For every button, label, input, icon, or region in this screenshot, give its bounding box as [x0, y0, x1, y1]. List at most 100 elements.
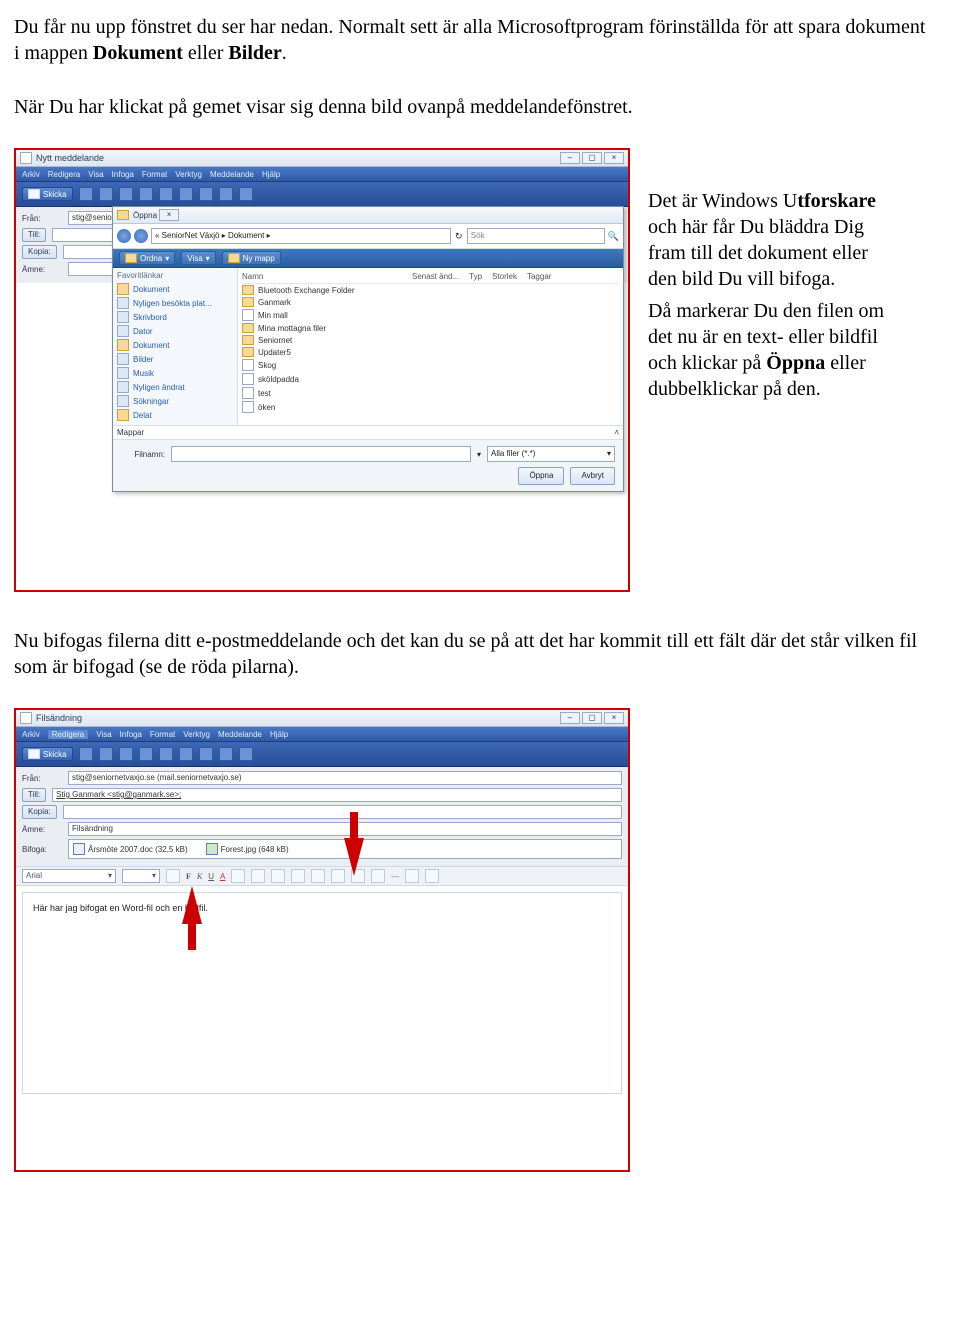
attachment-item[interactable]: Årsmöte 2007.doc (32,5 kB) [73, 843, 188, 855]
italic-icon[interactable]: K [197, 872, 202, 881]
favorite-link[interactable]: Nyligen besökta plat... [117, 296, 233, 310]
window-title-bar[interactable]: Filsändning – ▢ × [16, 710, 628, 727]
views-button[interactable]: Visa ▾ [181, 251, 215, 265]
file-item[interactable]: Min mall [242, 308, 619, 322]
favorite-link[interactable]: Sökningar [117, 394, 233, 408]
close-icon[interactable]: × [159, 209, 179, 221]
maximize-button[interactable]: ▢ [582, 152, 602, 164]
menu-item[interactable]: Hjälp [270, 730, 288, 739]
favorite-link[interactable]: Musik [117, 366, 233, 380]
col-tags[interactable]: Taggar [527, 272, 551, 281]
menu-item[interactable]: Arkiv [22, 730, 40, 739]
maximize-button[interactable]: ▢ [582, 712, 602, 724]
cancel-button[interactable]: Avbryt [570, 467, 615, 485]
col-type[interactable]: Typ [469, 272, 482, 281]
to-button[interactable]: Till: [22, 228, 46, 242]
attachment-item[interactable]: Forest.jpg (648 kB) [206, 843, 289, 855]
filetype-dropdown[interactable]: Alla filer (*.*) ▾ [487, 446, 615, 462]
toolbar-icon[interactable] [199, 747, 213, 761]
font-dropdown[interactable]: Arial ▾ [22, 869, 116, 883]
close-button[interactable]: × [604, 712, 624, 724]
toolbar-icon[interactable] [99, 187, 113, 201]
favorite-link[interactable]: Dator [117, 324, 233, 338]
forward-button[interactable] [134, 229, 148, 243]
search-icon[interactable]: 🔍 [608, 231, 619, 242]
insert-icon[interactable] [405, 869, 419, 883]
menu-item[interactable]: Redigera [48, 170, 80, 179]
new-folder-button[interactable]: Ny mapp [222, 251, 281, 265]
toolbar-icon[interactable] [239, 747, 253, 761]
file-item[interactable]: Mina mottagna filer [242, 322, 619, 334]
bold-icon[interactable]: F [186, 872, 191, 881]
menu-item[interactable]: Infoga [112, 170, 134, 179]
menu-item-active[interactable]: Redigera [48, 730, 88, 739]
dropdown-icon[interactable]: ▾ [477, 450, 481, 459]
toolbar-icon[interactable] [159, 187, 173, 201]
col-size[interactable]: Storlek [492, 272, 517, 281]
toolbar-icon[interactable] [199, 187, 213, 201]
col-date[interactable]: Senast änd... [412, 272, 459, 281]
font-size-dropdown[interactable]: ▾ [122, 869, 160, 883]
menu-item[interactable]: Verktyg [175, 170, 202, 179]
file-item[interactable]: Updater5 [242, 346, 619, 358]
outdent-icon[interactable] [291, 869, 305, 883]
toolbar-icon[interactable] [219, 187, 233, 201]
insert-icon[interactable] [425, 869, 439, 883]
toolbar-icon[interactable] [99, 747, 113, 761]
subject-field[interactable]: Filsändning [68, 822, 622, 836]
toolbar-icon[interactable] [179, 187, 193, 201]
menu-item[interactable]: Verktyg [183, 730, 210, 739]
file-item[interactable]: Skog [242, 358, 619, 372]
file-item[interactable]: Ganmark [242, 296, 619, 308]
toolbar-icon[interactable] [79, 187, 93, 201]
toolbar-icon[interactable] [79, 747, 93, 761]
cc-field[interactable] [63, 805, 622, 819]
search-input[interactable]: Sök [467, 228, 605, 244]
toolbar-icon[interactable] [119, 747, 133, 761]
favorite-link[interactable]: Dokument [117, 338, 233, 352]
open-button[interactable]: Öppna [518, 467, 564, 485]
menu-item[interactable]: Hjälp [262, 170, 280, 179]
favorite-link[interactable]: Dokument [117, 282, 233, 296]
align-icon[interactable] [371, 869, 385, 883]
menu-item[interactable]: Format [150, 730, 175, 739]
list-icon[interactable] [251, 869, 265, 883]
toolbar-icon[interactable] [179, 747, 193, 761]
toolbar-icon[interactable] [219, 747, 233, 761]
toolbar-icon[interactable] [139, 187, 153, 201]
breadcrumb[interactable]: « SeniorNet Växjö ▸ Dokument ▸ [151, 228, 451, 244]
close-button[interactable]: × [604, 152, 624, 164]
list-icon[interactable] [231, 869, 245, 883]
menubar[interactable]: Arkiv Redigera Visa Infoga Format Verkty… [16, 167, 628, 182]
cc-button[interactable]: Kopia: [22, 245, 57, 259]
menu-item[interactable]: Visa [96, 730, 111, 739]
menu-item[interactable]: Arkiv [22, 170, 40, 179]
menu-item[interactable]: Format [142, 170, 167, 179]
file-item[interactable]: test [242, 386, 619, 400]
menu-item[interactable]: Meddelande [218, 730, 262, 739]
cc-button[interactable]: Kopia: [22, 805, 57, 819]
file-item[interactable]: öken [242, 400, 619, 414]
align-icon[interactable] [311, 869, 325, 883]
paragraph-icon[interactable] [166, 869, 180, 883]
font-color-icon[interactable]: A [220, 872, 225, 881]
window-title-bar[interactable]: Nytt meddelande – ▢ × [16, 150, 628, 167]
file-item[interactable]: sköldpadda [242, 372, 619, 386]
send-button[interactable]: Skicka [22, 747, 73, 761]
minimize-button[interactable]: – [560, 712, 580, 724]
menubar[interactable]: Arkiv Redigera Visa Infoga Format Verkty… [16, 727, 628, 742]
dialog-title-bar[interactable]: Öppna × [113, 207, 623, 224]
indent-icon[interactable] [271, 869, 285, 883]
favorite-link[interactable]: Skrivbord [117, 310, 233, 324]
refresh-icon[interactable]: ↻ [454, 231, 464, 242]
filename-input[interactable] [171, 446, 471, 462]
file-item[interactable]: Bluetooth Exchange Folder [242, 284, 619, 296]
menu-item[interactable]: Infoga [120, 730, 142, 739]
favorite-link[interactable]: Bilder [117, 352, 233, 366]
to-field[interactable]: Stig Ganmark <stig@ganmark.se>; [52, 788, 622, 802]
organize-button[interactable]: Ordna ▾ [119, 251, 175, 265]
file-item[interactable]: Seniornet [242, 334, 619, 346]
folders-toggle[interactable]: Mappar˄ [113, 425, 623, 439]
from-field[interactable]: stig@seniornetvaxjo.se (mail.seniornetva… [68, 771, 622, 785]
toolbar-icon[interactable] [239, 187, 253, 201]
